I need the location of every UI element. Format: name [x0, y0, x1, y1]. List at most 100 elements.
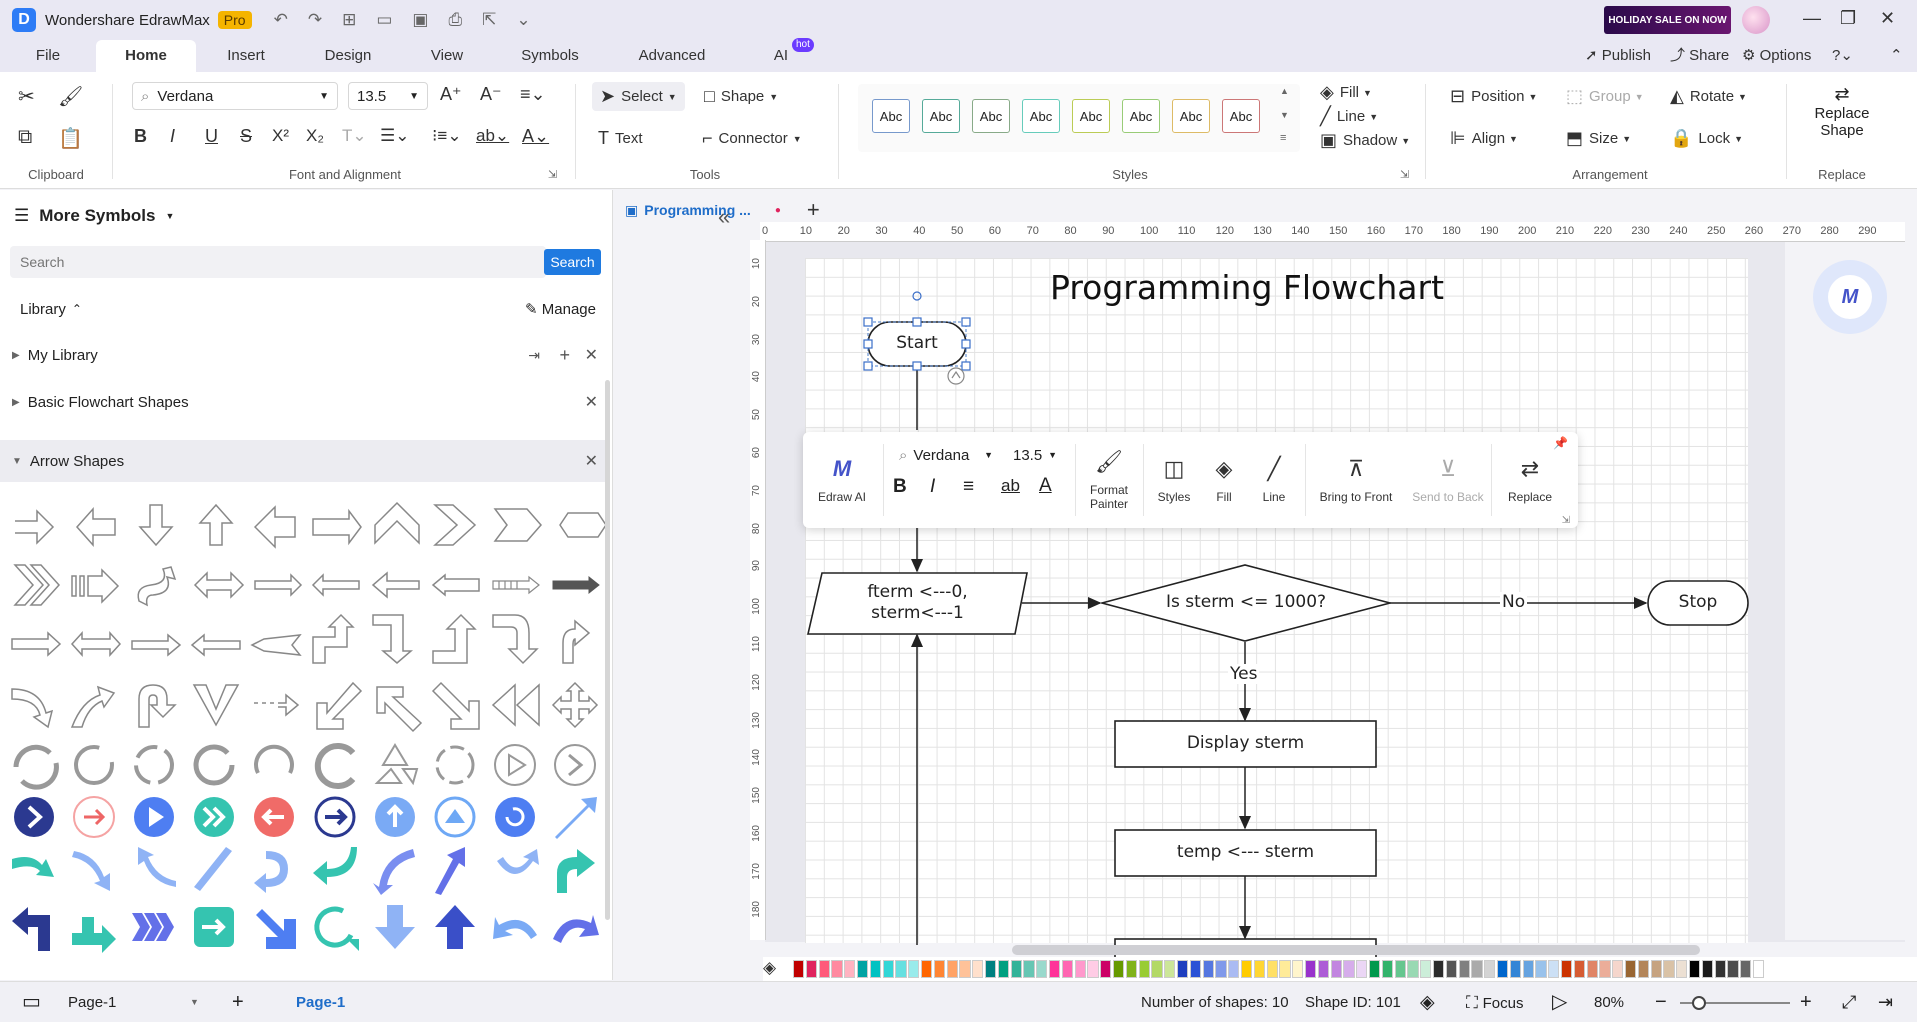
bullet-list-icon[interactable]: ⁝≡⌄	[432, 126, 462, 146]
shape-sky-triangle-circle[interactable]	[434, 796, 476, 838]
full-screen-icon[interactable]: ⇥	[1878, 982, 1893, 1022]
tab-file[interactable]: File	[20, 40, 76, 72]
style-swatch[interactable]: Abc	[872, 99, 910, 133]
minimize-icon[interactable]: —	[1803, 8, 1821, 29]
sidebar-scrollbar[interactable]	[605, 380, 610, 920]
color-swatch[interactable]	[1202, 960, 1214, 978]
shape-right-arrow-4[interactable]	[131, 633, 182, 657]
style-swatch[interactable]: Abc	[1022, 99, 1060, 133]
color-swatch[interactable]	[1522, 960, 1534, 978]
shape-curve-down-right[interactable]	[11, 688, 54, 729]
undo-icon[interactable]: ↶	[274, 10, 288, 30]
collapse-ribbon-icon[interactable]: ⌃	[1890, 40, 1903, 72]
color-swatch[interactable]	[1714, 960, 1726, 978]
shape-v-chevron[interactable]	[192, 684, 240, 727]
color-swatch[interactable]	[1100, 960, 1112, 978]
holiday-sale-banner[interactable]: HOLIDAY SALE ON NOW	[1604, 6, 1731, 34]
shape-teal-up-hook[interactable]	[557, 849, 595, 893]
edraw-ai-button[interactable]: M Edraw AI	[811, 432, 873, 528]
shape-u-turn-arrow[interactable]	[138, 684, 177, 728]
strikethrough-icon[interactable]: S	[240, 126, 252, 147]
color-swatch[interactable]	[793, 960, 805, 978]
shape-blue-curve-swoosh[interactable]	[373, 849, 415, 895]
decrease-font-icon[interactable]: A⁻	[480, 84, 502, 105]
shape-sky-up-circle[interactable]	[375, 797, 415, 837]
color-swatch[interactable]	[1125, 960, 1138, 978]
zoom-in-icon[interactable]: +	[1800, 982, 1812, 1022]
color-swatch[interactable]	[882, 960, 894, 978]
color-swatch[interactable]	[1266, 960, 1278, 978]
position-button[interactable]: ⊟ Position ▼	[1450, 86, 1537, 107]
color-swatch[interactable]	[1599, 960, 1611, 978]
text-align-icon[interactable]: ≡⌄	[520, 84, 546, 105]
print-icon[interactable]: ⎙	[448, 10, 462, 30]
shape-chevron-right[interactable]	[433, 504, 477, 546]
tab-ai[interactable]: AI hot	[766, 38, 814, 72]
shape-left-arrow[interactable]	[75, 507, 116, 547]
mini-font-select[interactable]: ⌕ Verdana ▼	[891, 442, 1001, 468]
color-swatch[interactable]	[1753, 960, 1765, 978]
color-swatch[interactable]	[1612, 960, 1624, 978]
shape-striped-arrow[interactable]	[71, 568, 120, 604]
shape-pink-arrow-circle[interactable]	[73, 796, 115, 838]
select-tool-button[interactable]: ➤ Select ▼	[592, 82, 685, 111]
rotate-button[interactable]: ◭ Rotate ▼	[1670, 86, 1747, 107]
shape-left-arrow-4[interactable]	[190, 633, 241, 657]
color-swatch[interactable]	[1497, 960, 1509, 978]
shape-circle-arc[interactable]	[74, 745, 114, 785]
color-swatch[interactable]	[818, 960, 830, 978]
shape-up-turn-arrow[interactable]	[432, 613, 477, 664]
shape-teal-curve-down[interactable]	[12, 857, 54, 877]
color-swatch[interactable]	[1573, 960, 1586, 978]
replace-shape-button[interactable]: ⇄ Replace Shape	[1800, 84, 1884, 139]
color-swatch[interactable]	[1074, 960, 1086, 978]
color-swatch[interactable]	[1356, 960, 1368, 978]
library-item-arrow-shapes[interactable]: ▼ Arrow Shapes ✕	[0, 440, 610, 482]
color-swatch[interactable]	[869, 960, 882, 978]
mini-font-size-select[interactable]: 13.5 ▼	[1005, 442, 1065, 468]
restore-icon[interactable]: ❐	[1840, 8, 1856, 29]
horizontal-scrollbar[interactable]	[1012, 945, 1700, 955]
color-swatch[interactable]	[1305, 960, 1317, 978]
highlight-icon[interactable]: ab⌄	[476, 126, 509, 146]
color-swatch[interactable]	[933, 960, 946, 978]
line-spacing-icon[interactable]: ☰⌄	[380, 126, 409, 146]
shape-blue-play-circle[interactable]	[134, 797, 174, 837]
pin-icon[interactable]: 📌	[1553, 436, 1568, 450]
add-tab-icon[interactable]: +	[807, 197, 820, 223]
color-swatch[interactable]	[1164, 960, 1176, 978]
group-button[interactable]: ⬚ Group ▼	[1566, 86, 1644, 107]
color-swatch[interactable]	[1330, 960, 1342, 978]
size-button[interactable]: ⬒ Size ▼	[1566, 128, 1631, 149]
redo-icon[interactable]: ↷	[308, 10, 322, 30]
shape-blue-slash[interactable]	[194, 847, 232, 891]
color-swatch[interactable]	[1471, 960, 1483, 978]
align-button[interactable]: ⊫ Align ▼	[1450, 128, 1518, 149]
color-swatch[interactable]	[997, 960, 1010, 978]
search-button[interactable]: Search	[544, 249, 601, 275]
bring-to-front-button[interactable]: ⊼ Bring to Front	[1311, 432, 1401, 528]
color-swatch[interactable]	[1701, 960, 1714, 978]
save-icon[interactable]: ▣	[412, 10, 428, 30]
color-swatch[interactable]	[1061, 960, 1074, 978]
add-page-icon[interactable]: +	[232, 982, 244, 1022]
fill-button[interactable]: ◈ Fill ▼	[1320, 82, 1372, 103]
lock-button[interactable]: 🔒 Lock ▼	[1670, 128, 1743, 149]
shape-red-left-circle[interactable]	[254, 797, 294, 837]
text-case-icon[interactable]: T⌄	[342, 126, 367, 146]
more-styles-icon[interactable]: ≡	[1280, 132, 1286, 144]
shape-blue-curve-up-left[interactable]	[138, 847, 176, 887]
library-item-my-library[interactable]: ▶ My Library ⇥ + ✕	[0, 336, 610, 374]
color-swatch[interactable]	[1189, 960, 1202, 978]
shape-tool-button[interactable]: □ Shape ▼	[704, 86, 778, 107]
close-icon[interactable]: ✕	[1880, 8, 1895, 29]
shape-teal-right-square[interactable]	[194, 907, 234, 947]
layers-icon[interactable]: ◈	[1420, 982, 1435, 1022]
shape-blue-arc-left[interactable]	[493, 917, 537, 939]
color-swatch[interactable]	[1343, 960, 1355, 978]
color-swatch[interactable]	[1676, 960, 1688, 978]
underline-icon[interactable]: U	[205, 126, 218, 147]
format-painter-icon[interactable]: 🖌	[58, 84, 83, 109]
shape-right-block[interactable]	[312, 508, 362, 546]
color-swatch[interactable]	[1241, 960, 1253, 978]
